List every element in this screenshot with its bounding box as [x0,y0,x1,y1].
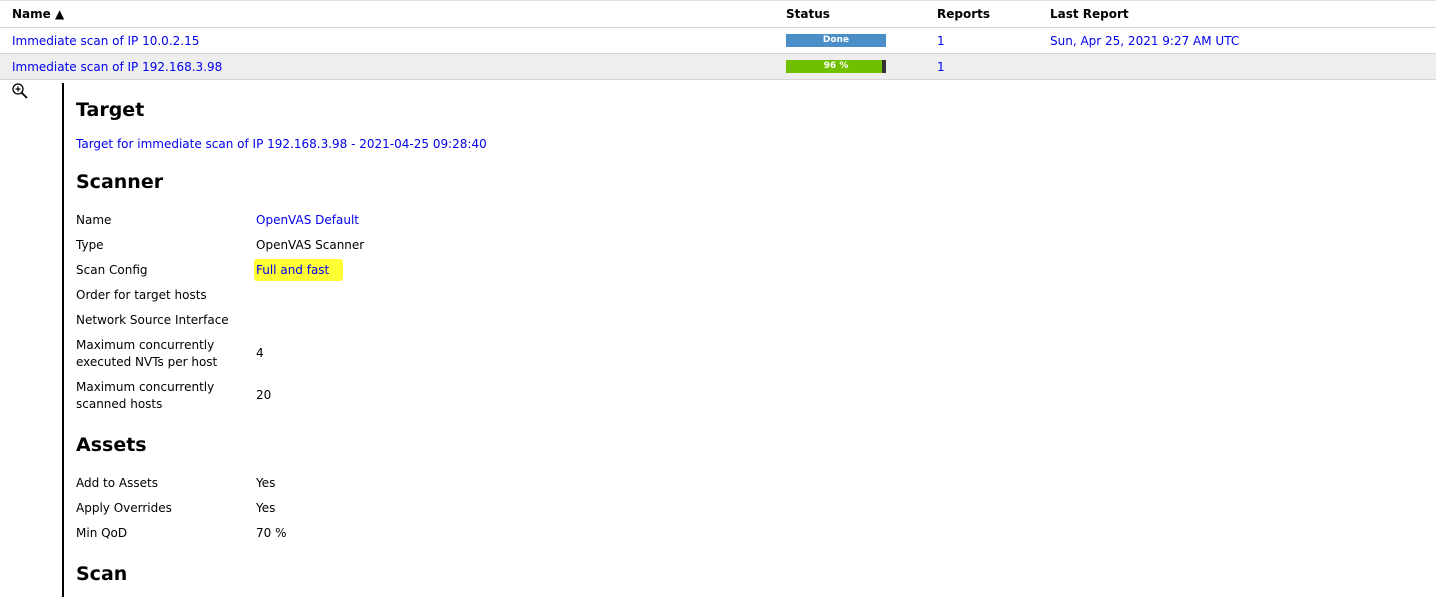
task-name-link[interactable]: Immediate scan of IP 10.0.2.15 [12,34,199,48]
field-value: 20 [256,388,272,402]
field-value: 70 % [256,526,287,540]
table-header-row: Name ▲ Status Reports Last Report [0,0,1436,28]
reports-count-link[interactable]: 1 [937,34,945,48]
assets-heading: Assets [76,434,147,456]
field-label: Apply Overrides [76,501,172,515]
table-row: Immediate scan of IP 192.168.3.98 96 % 1 [0,53,1436,80]
details-divider [62,83,64,597]
target-link[interactable]: Target for immediate scan of IP 192.168.… [76,137,487,151]
field-label: Network Source Interface [76,313,229,327]
field-value: OpenVAS Scanner [256,238,365,252]
task-details-panel: Target Target for immediate scan of IP 1… [0,79,1436,597]
field-value: Yes [256,501,276,515]
field-label: Type [76,238,104,252]
status-progress-bar[interactable]: 96 % [786,60,886,73]
zoom-in-icon[interactable] [11,82,29,100]
field-label: Maximum concurrently executed NVTs per h… [76,338,218,369]
scan-config-value-wrap: Full and fast [254,259,344,281]
reports-count-link[interactable]: 1 [937,60,945,74]
progress-label: 96 % [823,61,849,71]
field-value: Yes [256,476,276,490]
progress-label: Done [822,35,850,45]
scanner-name-link[interactable]: OpenVAS Default [256,212,359,229]
table-row: Immediate scan of IP 10.0.2.15 Done 1 Su… [0,27,1436,54]
field-label: Min QoD [76,526,128,540]
field-label: Add to Assets [76,476,158,490]
last-report-link[interactable]: Sun, Apr 25, 2021 9:27 AM UTC [1050,34,1239,48]
field-label: Maximum concurrently scanned hosts [76,380,215,411]
field-label: Order for target hosts [76,288,207,302]
column-header-last-report[interactable]: Last Report [1050,0,1436,28]
field-label: Name [76,213,112,227]
scan-config-link[interactable]: Full and fast [254,259,344,281]
scan-heading: Scan [76,563,128,585]
column-header-name[interactable]: Name ▲ [0,0,786,28]
target-heading: Target [76,99,145,121]
task-page: Name ▲ Status Reports Last Report Immedi… [0,0,1436,597]
field-label: Scan Config [76,263,148,277]
column-header-status[interactable]: Status [786,0,937,28]
field-value: 4 [256,346,264,360]
status-progress-bar[interactable]: Done [786,34,886,47]
column-header-reports[interactable]: Reports [937,0,1050,28]
task-name-link[interactable]: Immediate scan of IP 192.168.3.98 [12,60,222,74]
scanner-heading: Scanner [76,171,164,193]
tasks-table: Name ▲ Status Reports Last Report Immedi… [0,0,1436,80]
